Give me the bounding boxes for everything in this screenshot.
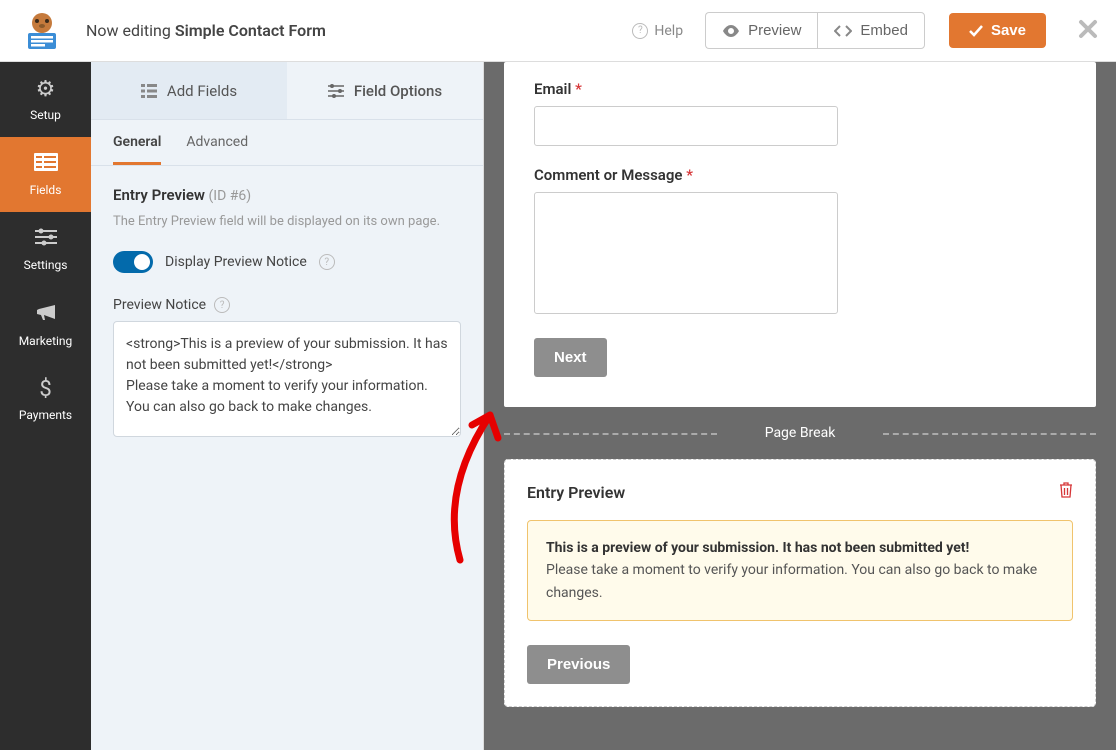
megaphone-icon (35, 302, 57, 328)
page-break-divider: Page Break (504, 407, 1096, 459)
sidebar-item-payments[interactable]: $ Payments (0, 362, 91, 437)
app-logo (18, 7, 66, 55)
embed-button[interactable]: Embed (817, 12, 925, 49)
list-icon (141, 84, 157, 98)
tab-add-fields[interactable]: Add Fields (91, 62, 287, 119)
sliders-icon (328, 84, 344, 98)
help-icon: ? (632, 23, 648, 39)
field-help-text: The Entry Preview field will be displaye… (113, 214, 461, 229)
preview-notice-label: Preview Notice (113, 297, 206, 313)
tab-field-options[interactable]: Field Options (287, 62, 483, 119)
sidebar-item-setup[interactable]: ⚙ Setup (0, 62, 91, 137)
close-button[interactable] (1078, 19, 1098, 43)
field-header: Entry Preview (ID #6) (113, 186, 461, 204)
eye-icon (722, 25, 740, 37)
sidebar-item-settings[interactable]: Settings (0, 212, 91, 287)
left-sidebar: ⚙ Setup Fields Settings Marketing $ Paym… (0, 62, 91, 750)
sliders-icon (35, 227, 57, 252)
previous-button[interactable]: Previous (527, 645, 630, 684)
grid-icon (34, 152, 58, 177)
email-label: Email * (534, 80, 1066, 98)
preview-button[interactable]: Preview (705, 12, 817, 49)
help-link[interactable]: ? Help (632, 23, 683, 39)
next-button[interactable]: Next (534, 338, 607, 377)
preview-notice-box: This is a preview of your submission. It… (527, 520, 1073, 621)
delete-field-button[interactable] (1059, 482, 1073, 502)
entry-preview-field[interactable]: Entry Preview This is a preview of your … (504, 459, 1096, 707)
email-input[interactable] (534, 106, 838, 146)
page-title: Now editing Simple Contact Form (86, 21, 620, 40)
subtab-advanced[interactable]: Advanced (186, 134, 248, 165)
toggle-label: Display Preview Notice (165, 254, 307, 270)
sidebar-item-marketing[interactable]: Marketing (0, 287, 91, 362)
entry-preview-title: Entry Preview (527, 483, 625, 502)
help-icon[interactable]: ? (214, 297, 230, 313)
sidebar-item-fields[interactable]: Fields (0, 137, 91, 212)
save-button[interactable]: Save (949, 13, 1046, 48)
top-bar: Now editing Simple Contact Form ? Help P… (0, 0, 1116, 62)
dollar-icon: $ (39, 377, 51, 402)
display-preview-toggle[interactable] (113, 251, 153, 273)
form-page-1: Email * Comment or Message * Next (504, 62, 1096, 407)
comment-label: Comment or Message * (534, 166, 1066, 184)
form-preview-area[interactable]: Email * Comment or Message * Next Page B… (484, 62, 1116, 750)
close-icon (1078, 19, 1098, 39)
code-icon (834, 25, 852, 37)
preview-notice-textarea[interactable] (113, 321, 461, 437)
check-icon (969, 25, 983, 37)
field-options-panel: Add Fields Field Options General Advance… (91, 62, 484, 750)
subtab-general[interactable]: General (113, 134, 161, 165)
help-icon[interactable]: ? (319, 254, 335, 270)
comment-textarea[interactable] (534, 192, 838, 314)
trash-icon (1059, 482, 1073, 498)
gear-icon: ⚙ (36, 77, 56, 102)
